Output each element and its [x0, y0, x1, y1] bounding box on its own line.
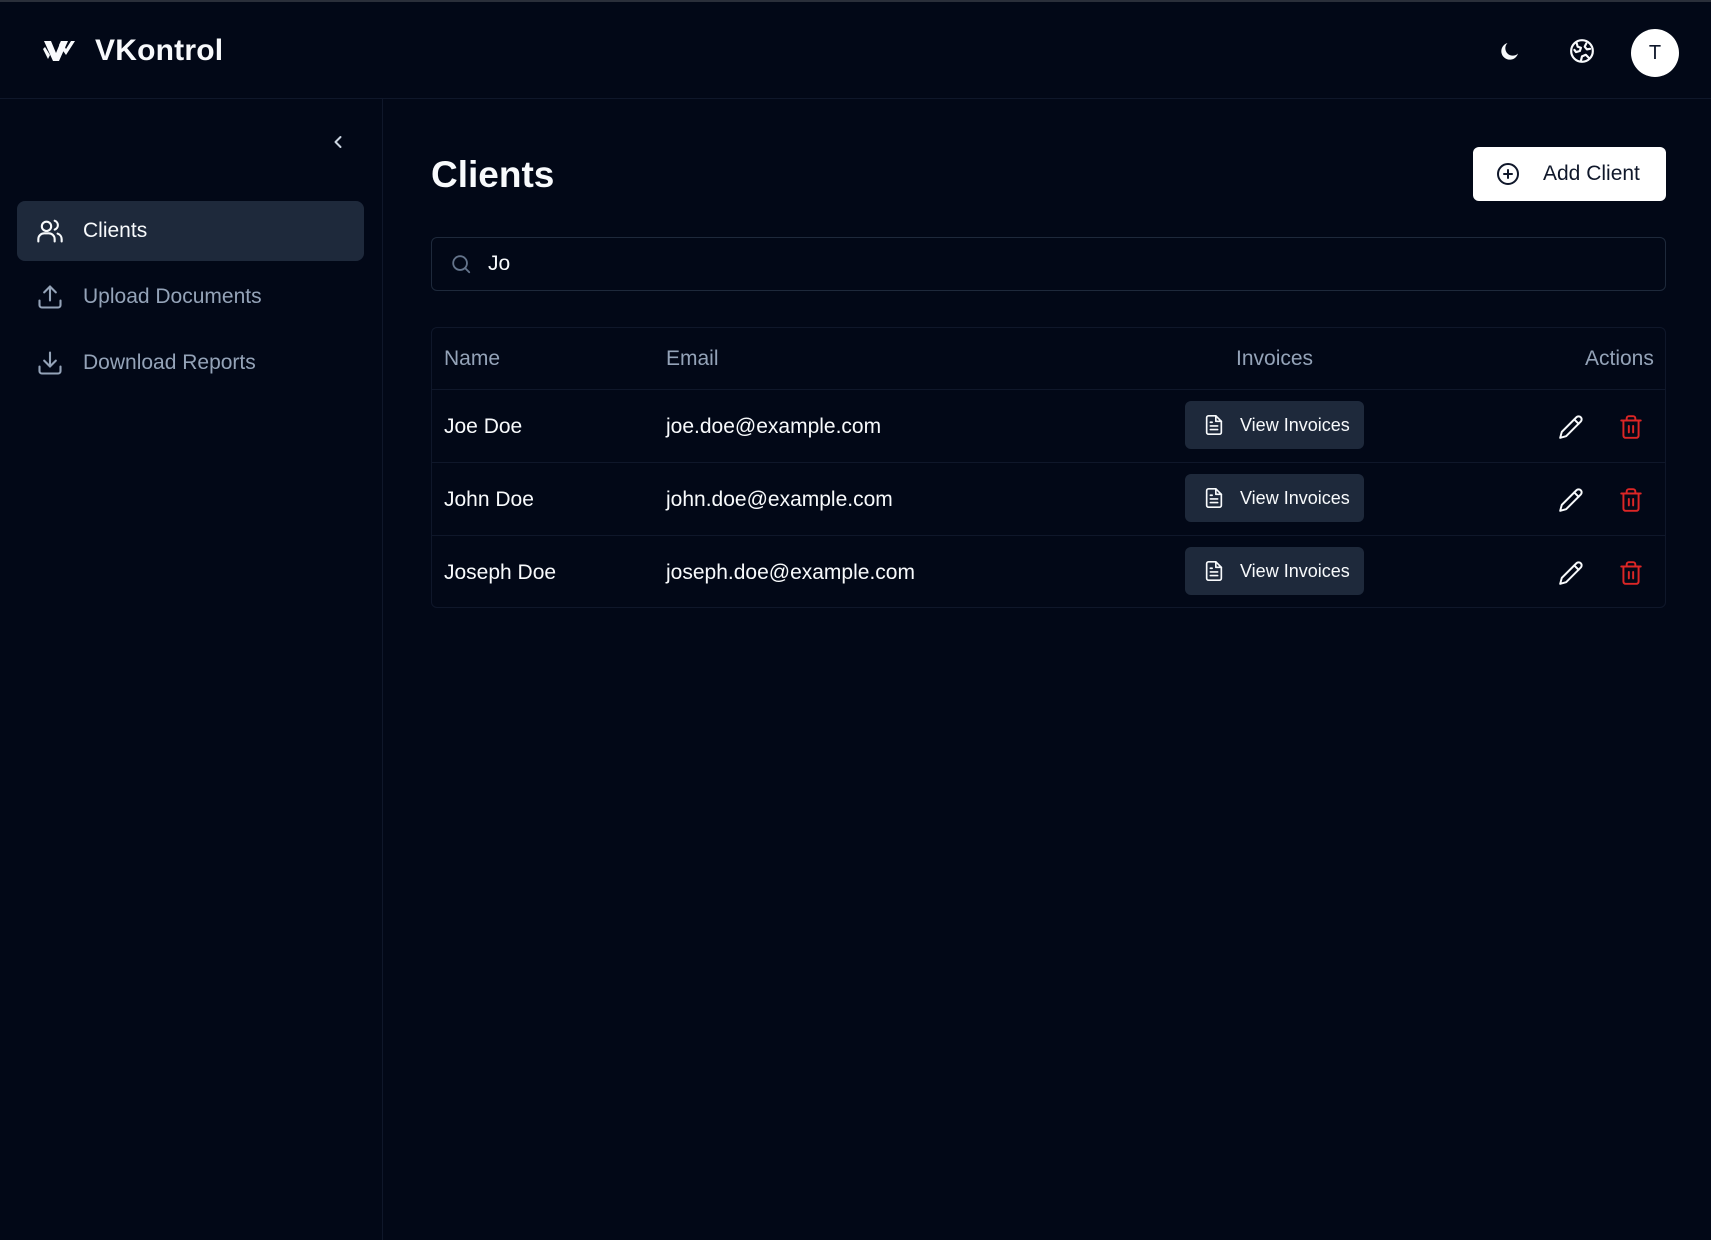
chevron-left-icon[interactable] — [326, 130, 350, 154]
client-email: john.doe@example.com — [666, 487, 893, 511]
avatar[interactable]: T — [1631, 29, 1679, 77]
column-header-actions[interactable]: Actions — [1585, 328, 1654, 389]
brand[interactable]: VKontrol — [42, 34, 223, 68]
view-invoices-label: View Invoices — [1240, 414, 1350, 435]
column-header-invoices[interactable]: Invoices — [1236, 328, 1313, 389]
vkontrol-logo-icon — [43, 41, 75, 61]
search-icon — [452, 255, 471, 274]
document-icon — [1205, 561, 1223, 581]
search-box — [431, 237, 1666, 291]
table-row: Joseph Doe joseph.doe@example.com View I… — [432, 535, 1665, 608]
view-invoices-button[interactable]: View Invoices — [1185, 474, 1364, 522]
add-client-label: Add Client — [1543, 162, 1640, 185]
trash-icon[interactable] — [1617, 413, 1645, 441]
page-title: Clients — [431, 154, 555, 195]
clients-table: Name Email Invoices Actions Joe Doe joe.… — [431, 327, 1666, 608]
app-name: VKontrol — [95, 34, 224, 67]
sidebar-item-label: Download Reports — [83, 351, 256, 374]
view-invoices-button[interactable]: View Invoices — [1185, 401, 1364, 449]
column-header-email[interactable]: Email — [666, 328, 719, 389]
plus-circle-icon — [1497, 163, 1519, 185]
sidebar-item-download-reports[interactable]: Download Reports — [17, 333, 364, 393]
sidebar-item-label: Clients — [83, 219, 148, 242]
trash-icon[interactable] — [1617, 486, 1645, 514]
pencil-icon[interactable] — [1557, 413, 1585, 441]
moon-icon[interactable] — [1495, 36, 1525, 66]
view-invoices-label: View Invoices — [1240, 487, 1350, 508]
view-invoices-label: View Invoices — [1240, 560, 1350, 581]
upload-icon — [36, 283, 64, 311]
users-icon — [36, 217, 64, 245]
sidebar-item-clients[interactable]: Clients — [17, 201, 364, 261]
globe-icon[interactable] — [1567, 36, 1597, 66]
column-header-name[interactable]: Name — [444, 328, 500, 389]
add-client-button[interactable]: Add Client — [1473, 147, 1666, 201]
table-row: John Doe john.doe@example.com View Invoi… — [432, 462, 1665, 535]
client-email: joseph.doe@example.com — [666, 560, 915, 584]
view-invoices-button[interactable]: View Invoices — [1185, 547, 1364, 595]
document-icon — [1205, 415, 1223, 435]
download-icon — [36, 349, 64, 377]
sidebar-item-upload-documents[interactable]: Upload Documents — [17, 267, 364, 327]
table-row: Joe Doe joe.doe@example.com View Invoice… — [432, 389, 1665, 462]
client-name: John Doe — [444, 487, 534, 511]
pencil-icon[interactable] — [1557, 559, 1585, 587]
sidebar: Clients Upload Documents Download Report… — [0, 99, 383, 1240]
document-icon — [1205, 488, 1223, 508]
search-input[interactable] — [488, 252, 1638, 276]
client-name: Joseph Doe — [444, 560, 557, 584]
sidebar-item-label: Upload Documents — [83, 285, 262, 308]
pencil-icon[interactable] — [1557, 486, 1585, 514]
client-name: Joe Doe — [444, 414, 523, 438]
top-header: VKontrol T — [0, 2, 1711, 99]
trash-icon[interactable] — [1617, 559, 1645, 587]
client-email: joe.doe@example.com — [666, 414, 882, 438]
